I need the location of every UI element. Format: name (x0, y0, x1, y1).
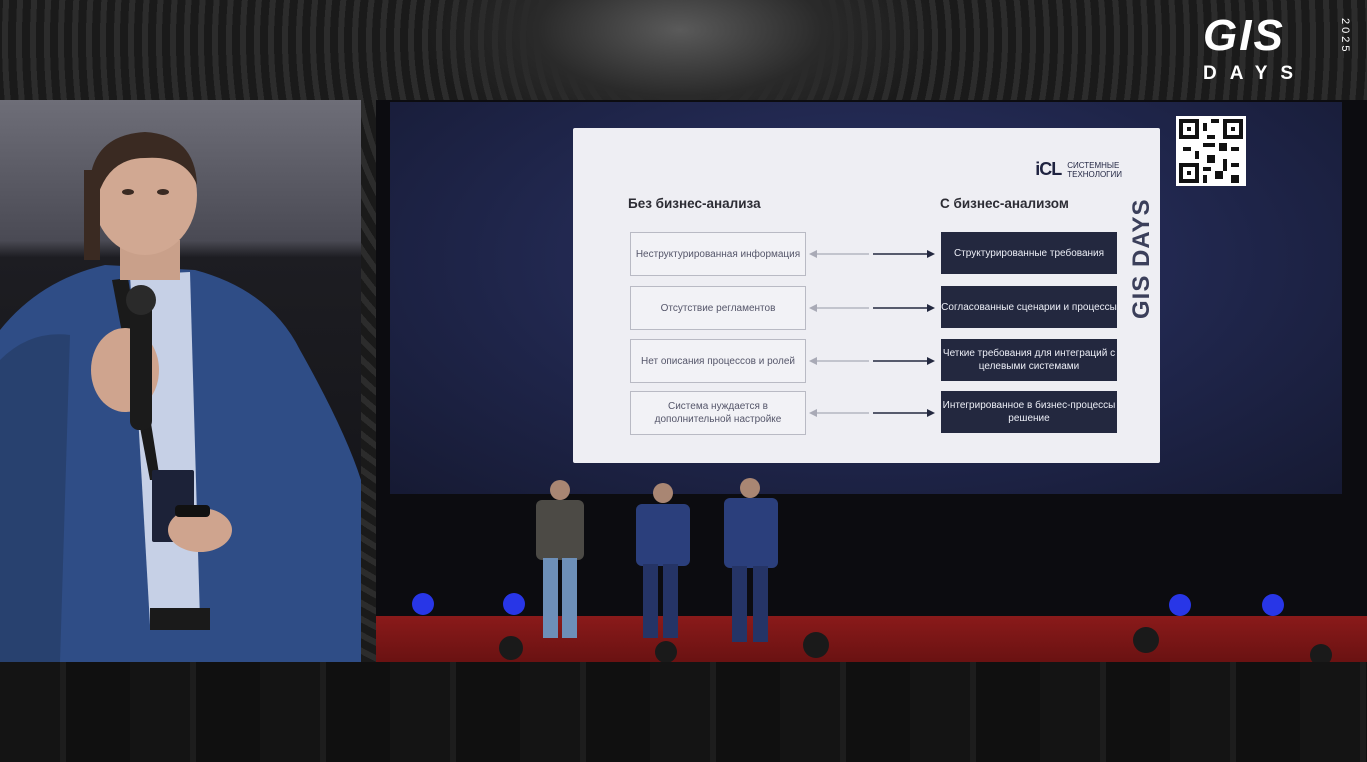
theater-floor-strip (0, 662, 1367, 762)
stage-video-panel: iCL СИСТЕМНЫЕ ТЕХНОЛОГИИ GIS DAYS Без би… (376, 100, 1367, 662)
stage-presenters (412, 478, 1332, 662)
logo-days: DAYS (1203, 63, 1307, 84)
speaker-video-panel (0, 100, 361, 662)
speaker-figure (0, 132, 361, 662)
logo-year: 2025 (1339, 18, 1351, 55)
gis-days-logo: GIS DAYS 2025 (1203, 11, 1353, 85)
logo-gis: GIS (1203, 11, 1285, 60)
